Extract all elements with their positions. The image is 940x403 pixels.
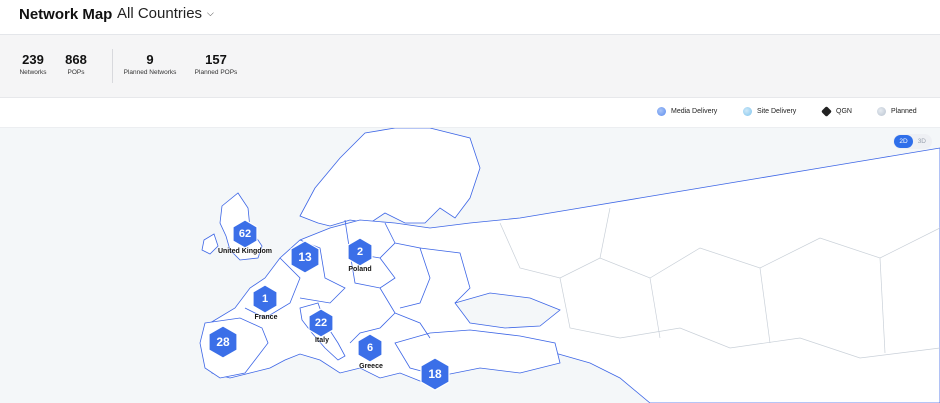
marker-value: 6 [366, 342, 374, 354]
stat-networks: 239 Networks [17, 52, 49, 77]
legend-planned[interactable]: Planned [877, 107, 917, 116]
toggle-2d-button[interactable]: 2D [894, 135, 913, 148]
legend-planned-label: Planned [891, 108, 917, 115]
site-delivery-icon [743, 107, 752, 116]
country-label-poland: Poland [348, 266, 372, 273]
marker-value: 18 [428, 367, 442, 381]
network-map[interactable]: 62 United Kingdom 13 2 Poland 1 France 2… [0, 128, 940, 403]
toggle-3d-button[interactable]: 3D [913, 135, 931, 148]
stat-networks-label: Networks [19, 69, 47, 76]
legend-site-delivery-label: Site Delivery [757, 108, 797, 115]
marker-value: 62 [238, 228, 252, 240]
map-canvas [0, 128, 940, 403]
marker-poland[interactable]: 2 [347, 237, 373, 267]
country-label-greece: Greece [359, 363, 383, 370]
marker-france[interactable]: 1 [252, 284, 278, 314]
stats-bar: 239 Networks 868 POPs 9 Planned Networks… [0, 35, 940, 98]
stat-networks-value: 239 [22, 52, 44, 67]
legend-site-delivery[interactable]: Site Delivery [743, 107, 796, 116]
marker-value: 1 [261, 293, 269, 305]
marker-germany[interactable]: 13 [290, 240, 320, 274]
country-selector[interactable]: All Countries ⌵ [117, 5, 214, 22]
stat-pops-value: 868 [65, 52, 87, 67]
marker-value: 2 [356, 246, 364, 258]
country-label-france: France [254, 314, 278, 321]
view-toggle: 2D 3D [893, 134, 932, 149]
marker-spain[interactable]: 28 [208, 325, 238, 359]
marker-greece[interactable]: 6 [357, 333, 383, 363]
stat-planned-pops-value: 157 [205, 52, 227, 67]
country-label-italy: Italy [314, 337, 330, 344]
stat-planned-networks-value: 9 [146, 52, 154, 67]
stat-pops: 868 POPs [61, 52, 91, 77]
marker-italy[interactable]: 22 [308, 308, 334, 338]
page-title: Network Map [19, 6, 113, 23]
legend-media-delivery[interactable]: Media Delivery [657, 107, 717, 116]
marker-value: 22 [314, 317, 328, 329]
legend-bar: Media Delivery Site Delivery QGN Planned [0, 98, 940, 128]
marker-value: 13 [298, 250, 312, 264]
header-bar: Network Map All Countries ⌵ [0, 0, 940, 35]
marker-turkey[interactable]: 18 [420, 357, 450, 391]
country-selector-label: All Countries [117, 5, 203, 22]
stat-planned-pops: 157 Planned POPs [192, 52, 240, 77]
qgn-icon [821, 106, 832, 117]
marker-united-kingdom[interactable]: 62 [232, 219, 258, 249]
marker-value: 28 [216, 335, 230, 349]
media-delivery-icon [657, 107, 666, 116]
legend-qgn[interactable]: QGN [821, 106, 852, 117]
legend-qgn-label: QGN [836, 108, 852, 115]
stat-planned-pops-label: Planned POPs [194, 69, 238, 76]
stat-planned-networks: 9 Planned Networks [121, 52, 179, 77]
country-label-united-kingdom: United Kingdom [217, 248, 273, 255]
chevron-down-icon: ⌵ [207, 8, 214, 18]
stats-divider [112, 49, 113, 83]
planned-icon [877, 107, 886, 116]
stat-pops-label: POPs [67, 69, 85, 76]
legend-media-delivery-label: Media Delivery [671, 108, 718, 115]
stat-planned-networks-label: Planned Networks [123, 69, 177, 76]
